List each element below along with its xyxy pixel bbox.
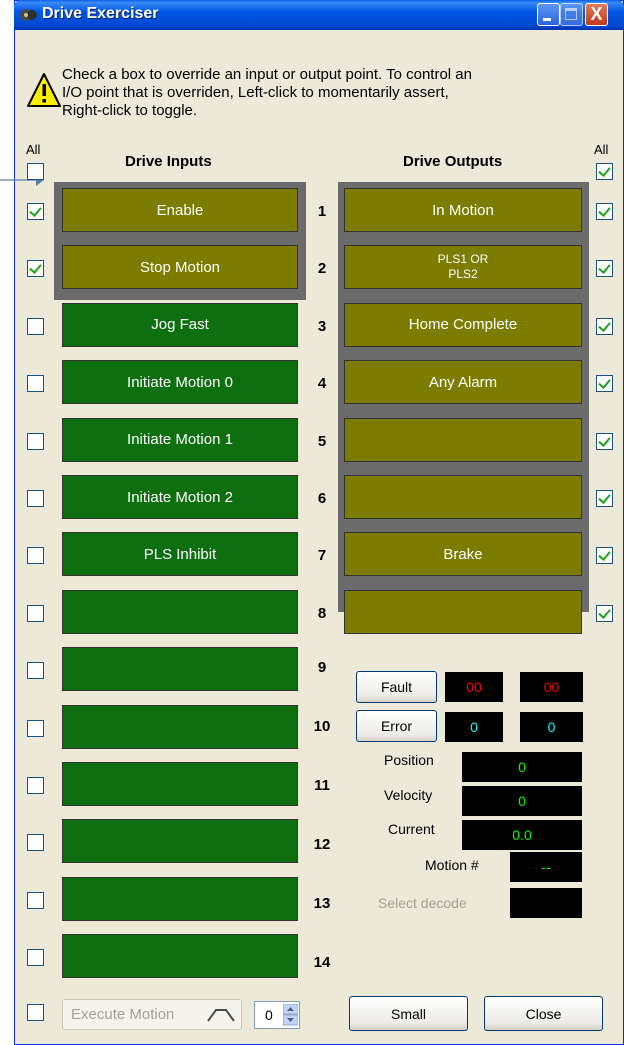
error-value-2: 0 [520,712,583,742]
output-override-checkbox[interactable] [596,432,613,450]
help-line-2: I/O point that is overriden, Left-click … [62,84,449,101]
output-override-checkbox[interactable] [596,375,613,393]
output-point-button[interactable] [344,589,582,634]
position-value: 0 [462,752,582,782]
input-point-button[interactable] [62,876,298,921]
output-point-button[interactable] [344,417,582,462]
current-label: Current [388,821,435,837]
input-point-button[interactable]: Initiate Motion 0 [62,360,298,405]
io-point-number: 1 [317,203,327,220]
maximize-icon[interactable] [560,3,583,26]
input-override-checkbox[interactable] [27,891,44,909]
input-point-button[interactable] [62,647,298,692]
input-point-button[interactable] [62,762,298,806]
output-point-button[interactable]: PLS1 OR PLS2 [344,245,582,290]
input-point-button[interactable]: PLS Inhibit [62,532,298,577]
velocity-value: 0 [462,786,582,816]
io-point-number: 12 [313,836,331,854]
current-value: 0.0 [462,820,582,850]
small-button[interactable]: Small [349,996,468,1031]
output-point-button[interactable]: In Motion [344,188,582,232]
output-point-button[interactable] [344,475,582,519]
input-override-checkbox[interactable] [27,547,44,565]
io-point-number: 6 [317,490,327,507]
io-point-number: 8 [317,604,327,622]
outputs-all-label: All [594,142,609,157]
drive-inputs-header: Drive Inputs [125,153,212,170]
output-override-checkbox[interactable] [596,317,613,335]
execute-motion-label: Execute Motion [71,1006,175,1023]
input-override-checkbox[interactable] [27,949,44,967]
select-decode-value [510,888,582,918]
input-override-checkbox[interactable] [27,203,44,220]
output-override-checkbox[interactable] [596,490,613,507]
drive-app-icon [20,9,37,21]
execute-motion-button[interactable]: Execute Motion [62,999,242,1030]
input-point-button[interactable] [62,589,298,634]
output-override-checkbox[interactable] [596,203,613,220]
io-point-number: 10 [313,718,331,736]
output-point-button[interactable]: Brake [344,532,582,577]
spinner-arrows-icon[interactable] [283,1004,298,1026]
output-override-checkbox[interactable] [596,260,613,278]
output-point-button[interactable]: Home Complete [344,302,582,347]
inputs-all-checkbox[interactable] [27,163,44,180]
input-point-button[interactable]: Initiate Motion 1 [62,417,298,462]
input-point-button[interactable]: Jog Fast [62,302,298,347]
io-point-number: 9 [317,659,327,677]
input-override-checkbox[interactable] [27,834,44,852]
motion-number-spinner[interactable]: 0 [254,1001,300,1029]
input-point-button[interactable]: Stop Motion [62,245,298,290]
input-point-button[interactable]: Initiate Motion 2 [62,475,298,519]
velocity-label: Velocity [384,787,433,803]
close-button[interactable]: Close [484,996,603,1031]
input-point-button[interactable] [62,704,298,749]
inputs-all-label: All [26,142,41,157]
fault-button[interactable]: Fault [356,671,437,703]
motion-number-value: -- [510,852,582,882]
input-override-checkbox[interactable] [27,490,44,507]
fault-value-2: 00 [520,672,583,702]
input-point-button[interactable] [62,934,298,979]
input-override-checkbox[interactable] [27,260,44,278]
io-point-number: 5 [317,432,327,450]
close-icon[interactable]: X [585,3,608,26]
drive-outputs-header: Drive Outputs [403,153,503,170]
io-point-number: 3 [317,317,327,335]
input-override-checkbox[interactable] [27,432,44,450]
motion-number-label: Motion # [425,857,479,873]
input-override-checkbox[interactable] [27,719,44,737]
output-override-checkbox[interactable] [596,604,613,622]
spinner-value: 0 [265,1007,273,1023]
io-point-number: 2 [317,260,327,278]
fault-value-1: 00 [445,672,503,702]
output-override-checkbox[interactable] [596,547,613,565]
input-override-checkbox[interactable] [27,777,44,794]
io-point-number: 13 [313,895,331,913]
input-point-button[interactable] [62,819,298,864]
error-value-1: 0 [445,712,503,742]
execute-motion-checkbox[interactable] [27,1004,44,1021]
warning-icon [27,73,61,107]
motion-profile-icon [207,1009,235,1022]
io-point-number: 7 [317,547,327,565]
input-override-checkbox[interactable] [27,375,44,393]
outputs-all-checkbox[interactable] [596,163,613,180]
input-override-checkbox[interactable] [27,662,44,680]
help-text: Check a box to override an input or outp… [62,66,612,120]
error-button[interactable]: Error [356,710,437,742]
output-point-button[interactable]: Any Alarm [344,360,582,405]
window-title: Drive Exerciser [42,5,159,22]
io-point-number: 11 [314,777,330,795]
input-override-checkbox[interactable] [27,317,44,335]
input-override-checkbox[interactable] [27,604,44,622]
minimize-icon[interactable] [537,3,560,26]
io-point-number: 4 [317,375,327,393]
select-decode-label: Select decode [378,895,467,911]
help-line-1: Check a box to override an input or outp… [62,66,472,83]
input-point-button[interactable]: Enable [62,188,298,232]
help-line-3: Right-click to toggle. [62,102,198,119]
io-point-number: 14 [313,954,331,972]
position-label: Position [384,752,434,768]
